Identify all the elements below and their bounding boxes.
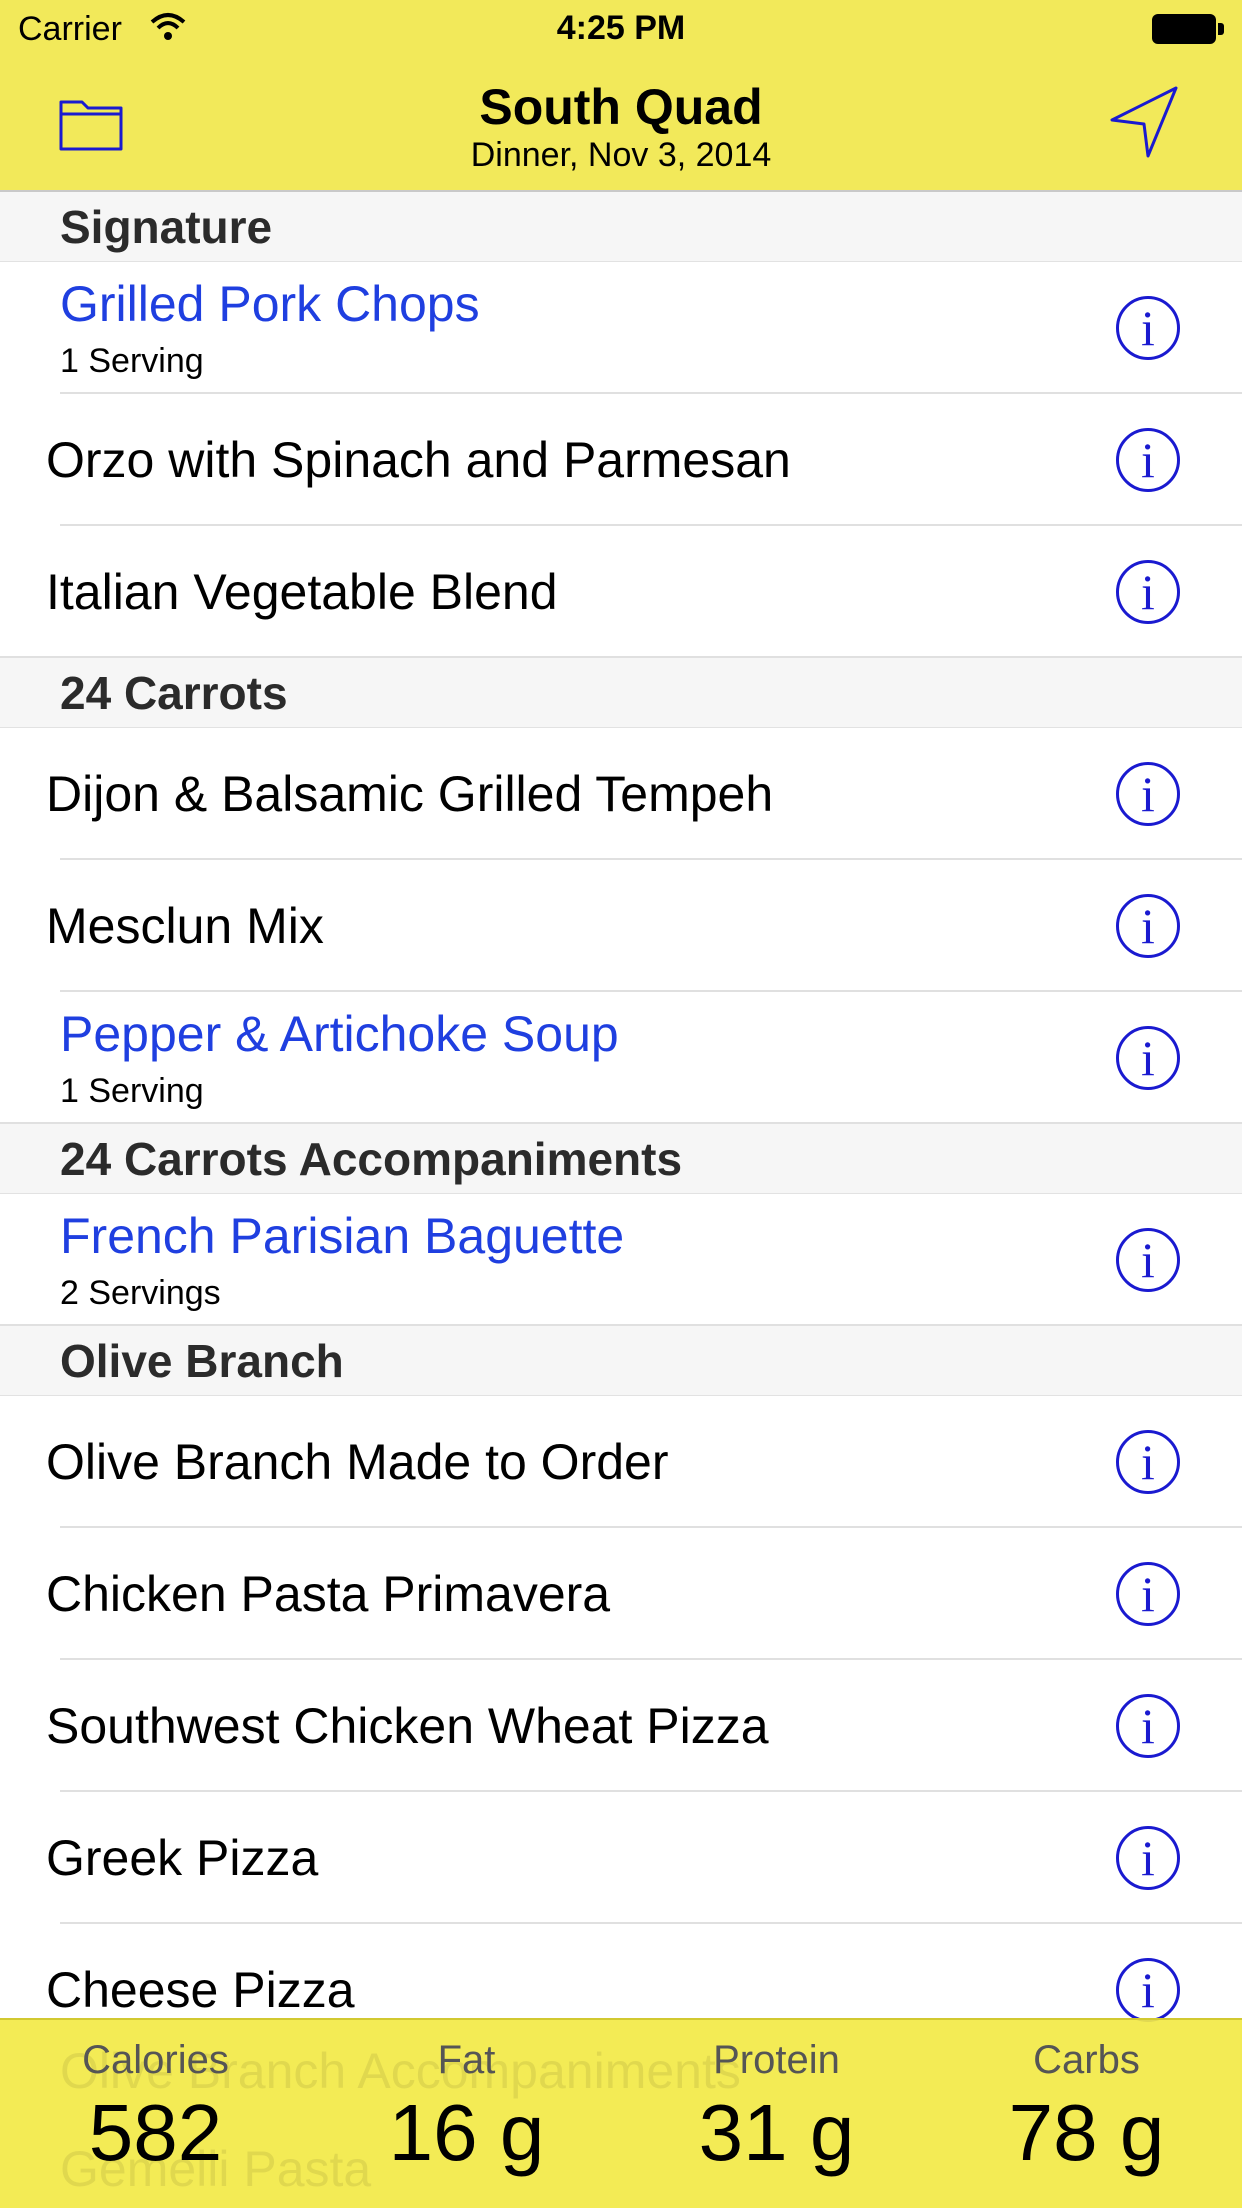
item-title: Grilled Pork Chops xyxy=(60,276,480,332)
list-item[interactable]: Italian Vegetable Blend i xyxy=(0,526,1242,658)
item-title: Greek Pizza xyxy=(46,1830,319,1886)
list-item[interactable]: Orzo with Spinach and Parmesan i xyxy=(0,394,1242,526)
item-title: Southwest Chicken Wheat Pizza xyxy=(46,1698,769,1754)
item-title: Mesclun Mix xyxy=(46,898,324,954)
status-bar: Carrier 4:25 PM xyxy=(0,0,1242,62)
total-label: Carbs xyxy=(1033,2038,1140,2082)
nutrition-totals-bar: Olive Branch Accompaniments Gemelli Past… xyxy=(0,2018,1242,2208)
total-value: 78 g xyxy=(1008,2088,1165,2177)
item-title: French Parisian Baguette xyxy=(60,1208,625,1264)
divider xyxy=(0,656,1242,658)
info-icon[interactable]: i xyxy=(1116,296,1180,360)
section-header: 24 Carrots Accompaniments xyxy=(0,1124,1242,1194)
carbs-total: Carbs 78 g xyxy=(931,2038,1242,2179)
navigation-bar: Carrier 4:25 PM South Quad Dinner, Nov 3… xyxy=(0,0,1242,192)
item-title: Pepper & Artichoke Soup xyxy=(60,1006,619,1062)
item-title: Olive Branch Made to Order xyxy=(46,1434,669,1490)
info-icon[interactable]: i xyxy=(1116,1958,1180,2022)
total-label: Fat xyxy=(437,2038,496,2082)
list-item[interactable]: Southwest Chicken Wheat Pizza i xyxy=(0,1660,1242,1792)
calories-total: Calories 582 xyxy=(0,2038,311,2179)
section-header: Olive Branch xyxy=(0,1326,1242,1396)
info-icon[interactable]: i xyxy=(1116,894,1180,958)
total-value: 31 g xyxy=(698,2088,855,2177)
info-icon[interactable]: i xyxy=(1116,1694,1180,1758)
location-arrow-icon[interactable] xyxy=(1108,84,1180,160)
list-item[interactable]: Chicken Pasta Primavera i xyxy=(0,1528,1242,1660)
list-item[interactable]: Mesclun Mix i xyxy=(0,860,1242,992)
info-icon[interactable]: i xyxy=(1116,1430,1180,1494)
total-label: Protein xyxy=(713,2038,840,2082)
info-icon[interactable]: i xyxy=(1116,1562,1180,1626)
page-title: South Quad xyxy=(479,79,763,135)
info-icon[interactable]: i xyxy=(1116,428,1180,492)
fat-total: Fat 16 g xyxy=(311,2038,622,2179)
list-item[interactable]: Greek Pizza i xyxy=(0,1792,1242,1924)
info-icon[interactable]: i xyxy=(1116,762,1180,826)
total-value: 582 xyxy=(88,2088,223,2177)
item-servings: 1 Serving xyxy=(60,342,204,380)
section-header: Signature xyxy=(0,192,1242,262)
item-title: Orzo with Spinach and Parmesan xyxy=(46,432,791,488)
total-label: Calories xyxy=(82,2038,229,2082)
list-item[interactable]: Dijon & Balsamic Grilled Tempeh i xyxy=(0,728,1242,860)
list-item[interactable]: Olive Branch Made to Order i xyxy=(0,1396,1242,1528)
protein-total: Protein 31 g xyxy=(621,2038,932,2179)
item-servings: 1 Serving xyxy=(60,1072,204,1110)
divider xyxy=(0,1122,1242,1124)
item-title: Italian Vegetable Blend xyxy=(46,564,558,620)
section-header: 24 Carrots xyxy=(0,658,1242,728)
list-item[interactable]: Pepper & Artichoke Soup 1 Serving i xyxy=(0,992,1242,1124)
divider xyxy=(0,1324,1242,1326)
menu-list[interactable]: Signature Grilled Pork Chops 1 Serving i… xyxy=(0,192,1242,2056)
info-icon[interactable]: i xyxy=(1116,1826,1180,1890)
item-title: Chicken Pasta Primavera xyxy=(46,1566,611,1622)
info-icon[interactable]: i xyxy=(1116,1026,1180,1090)
total-value: 16 g xyxy=(388,2088,545,2177)
item-servings: 2 Servings xyxy=(60,1274,221,1312)
info-icon[interactable]: i xyxy=(1116,1228,1180,1292)
list-item[interactable]: Grilled Pork Chops 1 Serving i xyxy=(0,262,1242,394)
status-time: 4:25 PM xyxy=(556,9,686,47)
item-title: Dijon & Balsamic Grilled Tempeh xyxy=(46,766,774,822)
page-subtitle: Dinner, Nov 3, 2014 xyxy=(470,136,772,174)
info-icon[interactable]: i xyxy=(1116,560,1180,624)
list-item[interactable]: French Parisian Baguette 2 Servings i xyxy=(0,1194,1242,1326)
battery-icon xyxy=(1152,14,1224,44)
